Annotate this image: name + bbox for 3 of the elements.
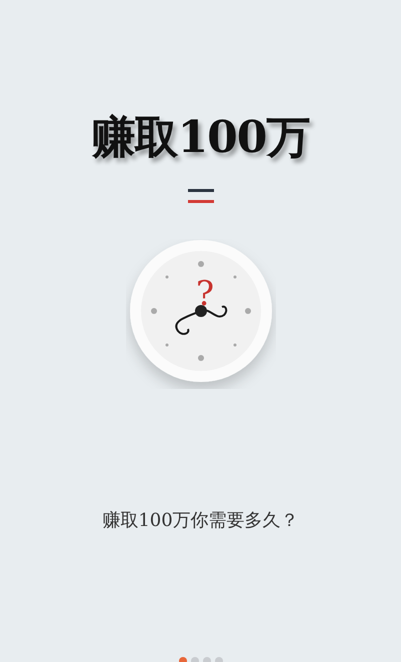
divider-mark [188, 188, 214, 203]
title: 赚取100万 [92, 112, 310, 165]
question-text: 赚取100万你需要多久？ [102, 508, 299, 533]
